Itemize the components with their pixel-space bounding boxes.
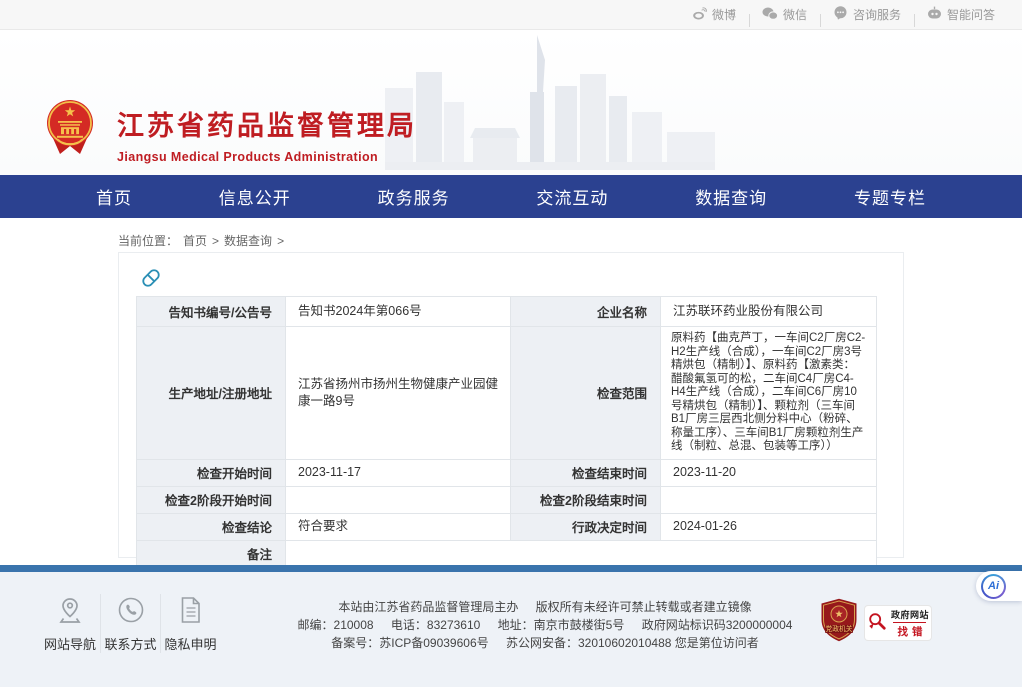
- site-footer: 网站导航 联系方式 隐私申明 本站由江苏省药品监督管: [0, 572, 1022, 687]
- site-subtitle: Jiangsu Medical Products Administration: [117, 150, 417, 164]
- table-row: 检查结论 符合要求 行政决定时间 2024-01-26: [137, 513, 877, 540]
- footer-link-contact[interactable]: 联系方式: [100, 594, 160, 653]
- location-pin-icon: [57, 596, 83, 627]
- nav-item-data-query[interactable]: 数据查询: [695, 184, 767, 209]
- site-header: 江苏省药品监督管理局 Jiangsu Medical Products Admi…: [0, 30, 1022, 175]
- main-navigation: 首页 信息公开 政务服务 交流互动 数据查询 专题专栏: [0, 175, 1022, 218]
- table-row: 检查2阶段开始时间 检查2阶段结束时间: [137, 486, 877, 513]
- footer-police-number: 苏公网安备：32010602010488 您是第位访问者: [506, 636, 759, 650]
- field-value: 江苏省扬州市扬州生物健康产业园健康一路9号: [286, 327, 511, 460]
- robot-icon: [927, 6, 942, 23]
- field-label: 检查范围: [511, 327, 661, 460]
- magnifier-icon: [867, 611, 887, 636]
- footer-phone: 电话：83273610: [391, 618, 480, 632]
- footer-badges: 党政机关 政府网站 找错: [820, 598, 931, 648]
- breadcrumb-separator: >: [277, 234, 284, 248]
- topbar-link-qa[interactable]: 智能问答: [914, 6, 1008, 23]
- topbar-label: 微信: [783, 6, 807, 23]
- footer-postcode: 邮编：210008: [298, 618, 374, 632]
- topbar: 微博 微信 咨询服务 智能问答: [0, 0, 1022, 30]
- field-value: 2024-01-26: [661, 513, 877, 540]
- gov-site-error-report-badge[interactable]: 政府网站 找错: [865, 606, 931, 640]
- site-title: 江苏省药品监督管理局: [117, 104, 417, 143]
- footer-host-text: 本站由江苏省药品监督管理局主办: [338, 600, 518, 614]
- footer-divider-bar: [0, 565, 1022, 572]
- error-badge-line1: 政府网站: [891, 608, 929, 621]
- breadcrumb-home-link[interactable]: 首页: [183, 232, 207, 249]
- footer-line-3: 备案号：苏ICP备09039606号 苏公网安备：32010602010488 …: [280, 634, 810, 652]
- footer-link-site-map[interactable]: 网站导航: [40, 594, 100, 653]
- field-value: 告知书2024年第066号: [286, 297, 511, 327]
- table-row: 告知书编号/公告号 告知书2024年第066号 企业名称 江苏联环药业股份有限公…: [137, 297, 877, 327]
- topbar-link-wechat[interactable]: 微信: [749, 6, 820, 23]
- field-value: 江苏联环药业股份有限公司: [661, 297, 877, 327]
- field-label: 备注: [137, 540, 286, 567]
- breadcrumb-separator: >: [212, 234, 219, 248]
- ai-assistant-button[interactable]: Ai: [976, 571, 1022, 601]
- footer-info-text: 本站由江苏省药品监督管理局主办 版权所有未经许可禁止转载或者建立镜像 邮编：21…: [280, 598, 810, 652]
- wechat-icon: [762, 7, 778, 23]
- topbar-label: 智能问答: [947, 6, 995, 23]
- field-label: 检查2阶段开始时间: [137, 486, 286, 513]
- weibo-icon: [692, 7, 707, 23]
- nav-item-interaction[interactable]: 交流互动: [536, 184, 608, 209]
- footer-link-privacy[interactable]: 隐私申明: [160, 594, 220, 653]
- topbar-label: 微博: [712, 6, 736, 23]
- field-label: 生产地址/注册地址: [137, 327, 286, 460]
- topbar-link-service[interactable]: 咨询服务: [820, 6, 914, 23]
- topbar-label: 咨询服务: [853, 6, 901, 23]
- breadcrumb-data-query-link[interactable]: 数据查询: [224, 232, 272, 249]
- error-badge-text: 政府网站 找错: [891, 608, 929, 639]
- inspection-detail-table: 告知书编号/公告号 告知书2024年第066号 企业名称 江苏联环药业股份有限公…: [136, 296, 877, 568]
- phone-icon: [117, 596, 145, 627]
- field-label: 告知书编号/公告号: [137, 297, 286, 327]
- footer-quick-links: 网站导航 联系方式 隐私申明: [40, 594, 220, 653]
- footer-link-label: 联系方式: [104, 634, 156, 653]
- topbar-link-weibo[interactable]: 微博: [679, 6, 749, 23]
- ai-icon: Ai: [981, 574, 1006, 599]
- error-badge-line2: 找错: [893, 622, 926, 639]
- footer-copyright-text: 版权所有未经许可禁止转载或者建立镜像: [536, 600, 752, 614]
- footer-link-label: 网站导航: [44, 634, 96, 653]
- party-gov-shield-badge[interactable]: 党政机关: [820, 598, 858, 648]
- field-label: 企业名称: [511, 297, 661, 327]
- nav-item-special-topics[interactable]: 专题专栏: [854, 184, 926, 209]
- privacy-doc-icon: [179, 596, 203, 627]
- national-emblem-icon: [45, 98, 95, 161]
- field-value: 2023-11-17: [286, 459, 511, 486]
- field-value: [661, 486, 877, 513]
- footer-address: 地址：南京市鼓楼街5号: [498, 618, 625, 632]
- site-logo-link[interactable]: 江苏省药品监督管理局 Jiangsu Medical Products Admi…: [45, 98, 417, 164]
- table-row: 检查开始时间 2023-11-17 检查结束时间 2023-11-20: [137, 459, 877, 486]
- capsule-pill-icon: [137, 264, 903, 292]
- city-skyline-graphic: [385, 30, 715, 175]
- field-value: [286, 540, 877, 567]
- field-value: 2023-11-20: [661, 459, 877, 486]
- field-label: 检查结束时间: [511, 459, 661, 486]
- table-row: 生产地址/注册地址 江苏省扬州市扬州生物健康产业园健康一路9号 检查范围 原料药…: [137, 327, 877, 460]
- footer-line-1: 本站由江苏省药品监督管理局主办 版权所有未经许可禁止转载或者建立镜像: [280, 598, 810, 616]
- footer-site-id: 政府网站标识码3200000004: [642, 618, 793, 632]
- nav-item-home[interactable]: 首页: [96, 184, 132, 209]
- table-row: 备注: [137, 540, 877, 567]
- footer-line-2: 邮编：210008 电话：83273610 地址：南京市鼓楼街5号 政府网站标识…: [280, 616, 810, 634]
- field-value: [286, 486, 511, 513]
- brand-text: 江苏省药品监督管理局 Jiangsu Medical Products Admi…: [117, 98, 417, 164]
- field-value: 符合要求: [286, 513, 511, 540]
- ai-icon-label: Ai: [983, 576, 1004, 597]
- detail-panel: 告知书编号/公告号 告知书2024年第066号 企业名称 江苏联环药业股份有限公…: [118, 252, 904, 558]
- party-badge-label: 党政机关: [825, 624, 852, 633]
- field-label: 检查结论: [137, 513, 286, 540]
- field-label: 检查2阶段结束时间: [511, 486, 661, 513]
- nav-item-info-disclosure[interactable]: 信息公开: [219, 184, 291, 209]
- breadcrumb: 当前位置： 首页 > 数据查询 >: [118, 232, 1022, 249]
- field-value: 原料药【曲克芦丁，一车间C2厂房C2-H2生产线（合成），一车间C2厂房3号精烘…: [661, 327, 877, 460]
- footer-link-label: 隐私申明: [164, 634, 216, 653]
- field-label: 检查开始时间: [137, 459, 286, 486]
- service-chat-icon: [833, 6, 848, 23]
- footer-icp-number: 备案号：苏ICP备09039606号: [331, 636, 488, 650]
- nav-item-gov-services[interactable]: 政务服务: [378, 184, 450, 209]
- field-label: 行政决定时间: [511, 513, 661, 540]
- breadcrumb-prefix: 当前位置：: [118, 232, 178, 249]
